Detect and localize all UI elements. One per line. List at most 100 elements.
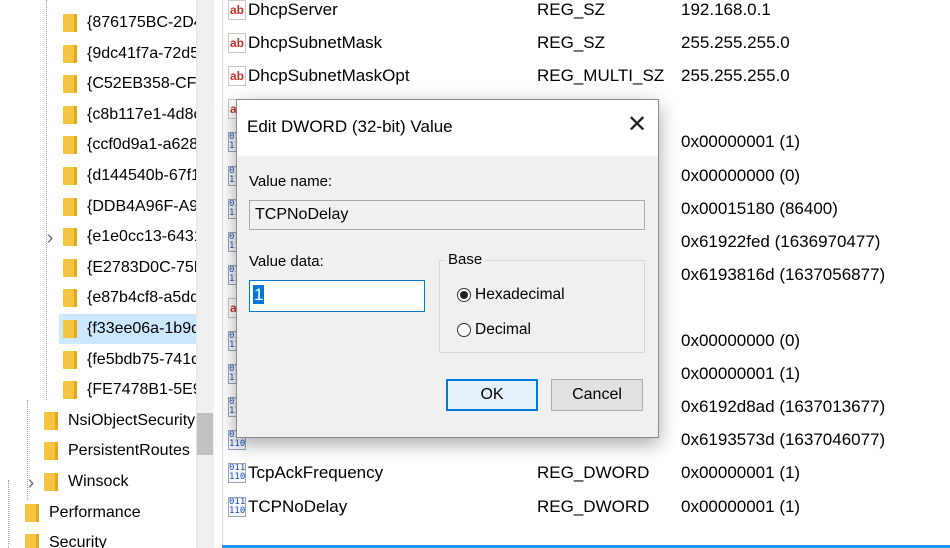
tree-item-label: {9dc41f7a-72d5-4: [87, 44, 196, 62]
tree-item-label: {e87b4cf8-a5dd-4: [87, 289, 196, 307]
value-data: 0x00000001 (1): [681, 364, 801, 384]
chevron-right-icon[interactable]: ›: [43, 227, 57, 250]
string-value-icon: ab: [228, 66, 246, 87]
tree-item[interactable]: {e1e0cc13-6431-4: [59, 222, 196, 252]
tree-item[interactable]: {876175BC-2D48-: [59, 8, 196, 38]
value-name: DhcpSubnetMaskOpt: [248, 66, 410, 86]
tree-item[interactable]: {fe5bdb75-741d-4: [59, 345, 196, 375]
base-label: Base: [445, 251, 486, 268]
folder-icon: [63, 105, 77, 124]
folder-icon: [63, 289, 77, 308]
tree-item-label: PersistentRoutes: [68, 442, 190, 460]
folder-icon: [63, 44, 77, 63]
registry-key-tree[interactable]: {876175BC-2D48- {9dc41f7a-72d5-4 {C52EB358…: [0, 0, 196, 548]
value-data: 0x6193573d (1637046077): [681, 430, 886, 450]
cancel-button[interactable]: Cancel: [551, 379, 643, 411]
tree-item[interactable]: {DDB4A96F-A931: [59, 192, 196, 222]
edit-dword-dialog: Edit DWORD (32-bit) Value ✕ Value name: …: [236, 99, 659, 438]
value-data: 0x00000000 (0): [681, 331, 801, 350]
folder-icon: [44, 473, 58, 491]
value-name: TcpAckFrequency: [248, 463, 384, 483]
value-row[interactable]: 011 110 TCPNoDelay REG_DWORD 0x00000001 (1): [222, 490, 950, 523]
value-data: 0x00000001 (1): [681, 463, 801, 483]
value-name: DhcpServer: [248, 0, 338, 19]
folder-icon: [25, 503, 39, 522]
value-data: 255.255.255.0: [681, 33, 790, 53]
tree-item[interactable]: Security: [21, 528, 113, 548]
binary-value-icon: 011110: [228, 496, 246, 517]
value-type: REG_SZ: [537, 33, 606, 53]
folder-icon: [63, 350, 77, 369]
tree-item[interactable]: NsiObjectSecurity: [40, 406, 196, 436]
tree-item-label: {E2783D0C-75BB-: [87, 258, 196, 276]
close-icon[interactable]: ✕: [622, 110, 652, 140]
folder-icon: [63, 136, 77, 155]
tree-item-label: {e1e0cc13-6431-4: [87, 228, 196, 246]
value-data: 0x00015180 (86400): [681, 198, 838, 218]
decimal-radio[interactable]: Decimal: [457, 321, 531, 339]
tree-item-label: {f33ee06a-1b9d-4: [87, 320, 196, 337]
tree-guide-line: [46, 0, 47, 400]
folder-icon: [63, 14, 77, 32]
value-name-field[interactable]: TCPNoDelay: [249, 200, 645, 230]
chevron-right-icon[interactable]: ›: [24, 472, 38, 495]
value-row[interactable]: ab DhcpSubnetMaskOpt REG_MULTI_SZ 255.255.2…: [222, 59, 950, 92]
folder-icon: [44, 442, 58, 461]
folder-icon: [25, 534, 39, 548]
value-data: 255.255.255.0: [681, 66, 790, 86]
tree-item-label: {c8b117e1-4d8c-4: [87, 105, 196, 123]
tree-item[interactable]: PersistentRoutes: [40, 436, 196, 466]
folder-icon: [44, 411, 58, 430]
value-data: 0x61922fed (1636970477): [681, 231, 881, 251]
tree-item[interactable]: Winsock: [40, 467, 134, 497]
tree-item-label: {fe5bdb75-741d-4: [87, 350, 196, 368]
value-type: REG_MULTI_SZ: [537, 66, 665, 86]
hexadecimal-label: Hexadecimal: [475, 286, 565, 303]
tree-item[interactable]: {d144540b-67f1-4: [59, 161, 196, 191]
string-value-icon: ab: [228, 33, 246, 54]
folder-icon: [63, 320, 77, 338]
value-data: 0x6192d8ad (1637013677): [681, 397, 886, 417]
tree-item[interactable]: {ccf0d9a1-a628-1: [59, 130, 196, 160]
value-data-label: Value data:: [249, 253, 324, 270]
value-data: 0x6193816d (1637056877): [681, 264, 886, 284]
tree-item[interactable]: {f33ee06a-1b9d-4: [59, 314, 196, 344]
tree-item[interactable]: {c8b117e1-4d8c-4: [59, 100, 196, 130]
value-row[interactable]: 011 110 TcpAckFrequency REG_DWORD 0x00000001…: [222, 456, 950, 489]
tree-item[interactable]: {FE7478B1-5E95-4: [59, 375, 196, 405]
tree-item[interactable]: {9dc41f7a-72d5-4: [59, 39, 196, 69]
dialog-title-bar[interactable]: Edit DWORD (32-bit) Value ✕: [237, 100, 658, 156]
tree-scrollbar-thumb[interactable]: [197, 413, 213, 455]
value-name: DhcpSubnetMask: [248, 33, 383, 53]
tree-item-label: Security: [49, 534, 107, 548]
radio-selected-icon: [457, 288, 471, 302]
decimal-label: Decimal: [475, 321, 531, 338]
folder-icon: [63, 381, 77, 400]
folder-icon: [63, 258, 77, 277]
base-groupbox: [439, 260, 645, 353]
value-row[interactable]: ab DhcpSubnetMask REG_SZ 255.255.255.0: [222, 26, 950, 59]
value-data: 192.168.0.1: [681, 0, 771, 19]
value-data-selected-text: 1: [253, 285, 265, 304]
dialog-title: Edit DWORD (32-bit) Value: [247, 117, 453, 136]
tree-item-label: {FE7478B1-5E95-4: [87, 381, 196, 399]
tree-scrollbar[interactable]: [196, 0, 215, 548]
hexadecimal-radio[interactable]: Hexadecimal: [457, 286, 565, 304]
tree-item[interactable]: {C52EB358-CFFD-: [59, 69, 196, 99]
tree-item[interactable]: {e87b4cf8-a5dd-4: [59, 283, 196, 313]
folder-icon: [63, 228, 77, 247]
folder-icon: [63, 75, 77, 94]
tree-item-label: NsiObjectSecurity: [68, 411, 196, 429]
folder-icon: [63, 167, 77, 185]
ok-button[interactable]: OK: [446, 379, 538, 411]
folder-icon: [63, 197, 77, 216]
string-value-icon: ab: [228, 0, 246, 20]
tree-item[interactable]: {E2783D0C-75BB-: [59, 253, 196, 283]
tree-item-label: {DDB4A96F-A931: [87, 197, 196, 215]
value-data-input[interactable]: 1: [249, 280, 425, 312]
tree-item-label: {876175BC-2D48-: [87, 14, 196, 31]
radio-unselected-icon: [457, 323, 471, 337]
value-row[interactable]: ab DhcpServer REG_SZ 192.168.0.1: [222, 0, 950, 26]
tree-guide-line: [8, 480, 9, 548]
tree-item[interactable]: Performance: [21, 498, 147, 528]
